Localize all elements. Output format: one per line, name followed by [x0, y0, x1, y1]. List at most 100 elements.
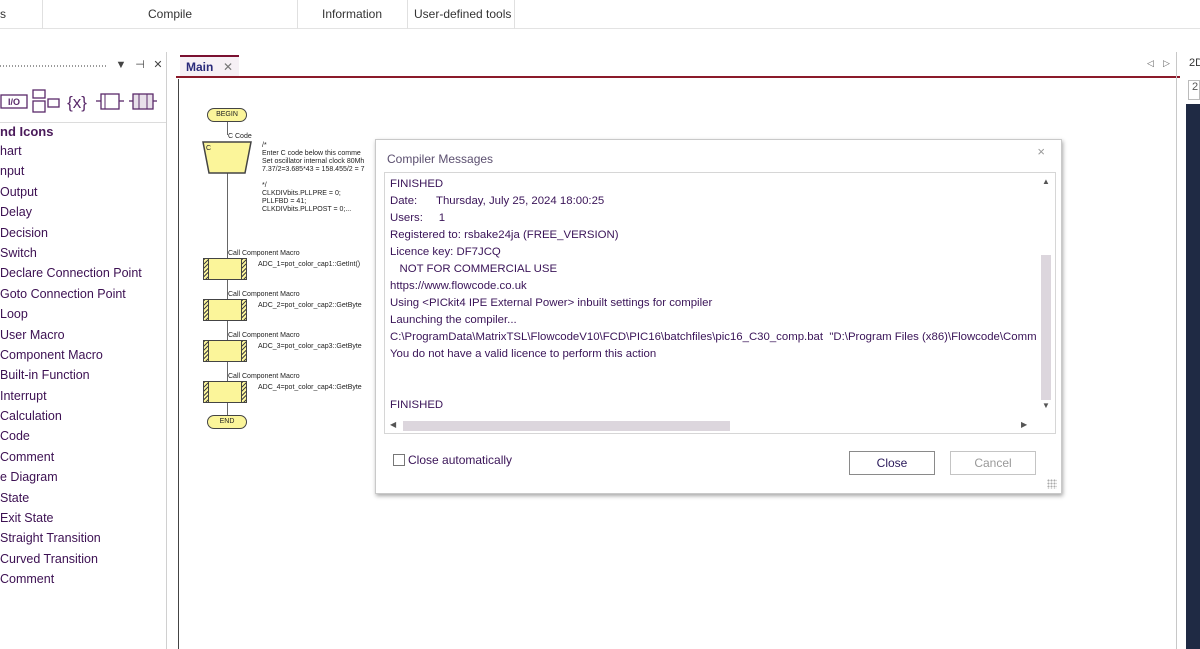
menu-tab-partial[interactable]: s — [0, 0, 6, 29]
pin-icon[interactable]: ⊣ — [133, 57, 147, 73]
svg-text:I/O: I/O — [8, 97, 20, 107]
menu-divider — [42, 0, 43, 29]
io-icon[interactable]: I/O — [0, 88, 29, 114]
component-macro-block[interactable] — [203, 381, 247, 403]
right-panel-box[interactable]: 2 — [1188, 80, 1200, 100]
svg-text:{x}: {x} — [67, 93, 87, 112]
log-line: https://www.flowcode.co.uk — [390, 280, 527, 292]
menu-tab-user-defined-tools[interactable]: User-defined tools — [414, 0, 511, 29]
icon-item[interactable]: Built-in Function — [0, 365, 166, 385]
menu-divider — [297, 0, 298, 29]
component-icon[interactable] — [31, 88, 61, 114]
icon-item[interactable]: Goto Connection Point — [0, 284, 166, 304]
end-terminal[interactable]: END — [207, 415, 247, 429]
chip-icon[interactable] — [128, 88, 158, 114]
scrollbar-thumb[interactable] — [403, 421, 730, 431]
right-panel-view — [1186, 104, 1200, 649]
checkbox-box[interactable] — [393, 454, 405, 466]
right-panel-label[interactable]: 2D — [1189, 57, 1200, 69]
tab-main[interactable]: Main ✕ — [180, 55, 239, 77]
icon-item[interactable]: User Macro — [0, 325, 166, 345]
icon-category-title[interactable]: nd Icons — [0, 122, 166, 140]
log-line: C:\ProgramData\MatrixTSL\FlowcodeV10\FCD… — [390, 331, 1037, 343]
icon-item[interactable]: Straight Transition — [0, 528, 166, 548]
macro-stripe — [204, 300, 209, 320]
menu-bar: s Compile Information User-defined tools — [0, 0, 1200, 29]
log-line: Using <PICkit4 IPE External Power> inbui… — [390, 297, 713, 309]
icon-item[interactable]: Exit State — [0, 508, 166, 528]
macro-label: Call Component Macro — [228, 373, 300, 380]
icon-item[interactable]: hart — [0, 141, 166, 161]
icon-item[interactable]: Comment — [0, 569, 166, 589]
tab-scroll-left-icon[interactable]: ◁ — [1147, 58, 1154, 69]
dialog-title: Compiler Messages — [387, 152, 494, 166]
log-line: Date: Thursday, July 25, 2024 18:00:25 — [390, 195, 605, 207]
scroll-right-icon[interactable]: ▶ — [1021, 420, 1027, 429]
log-line: Users: 1 — [390, 212, 446, 224]
begin-terminal[interactable]: BEGIN — [207, 108, 247, 122]
code-icon-label: C Code — [228, 133, 252, 140]
log-line — [390, 363, 1040, 380]
icon-item[interactable]: State — [0, 488, 166, 508]
icon-item[interactable]: Output — [0, 182, 166, 202]
code-line: CLKDIVbits.PLLPRE = 0; — [262, 190, 341, 197]
checkbox-label: Close automatically — [408, 453, 513, 467]
close-automatically-checkbox[interactable]: Close automatically — [393, 453, 512, 467]
macro-label: Call Component Macro — [228, 250, 300, 257]
icon-item[interactable]: Loop — [0, 304, 166, 324]
c-code-block[interactable]: C — [202, 141, 252, 174]
code-line: PLLFBD = 41; — [262, 198, 307, 205]
code-line: CLKDIVbits.PLLPOST = 0;... — [262, 206, 352, 213]
vertical-scrollbar[interactable]: ▲ ▼ — [1037, 173, 1055, 418]
close-button[interactable]: Close — [849, 451, 935, 475]
icon-item[interactable]: Delay — [0, 202, 166, 222]
tab-scroll-right-icon[interactable]: ▷ — [1163, 58, 1170, 69]
icon-item[interactable]: Component Macro — [0, 345, 166, 365]
icon-item[interactable]: e Diagram — [0, 467, 166, 487]
menu-tab-information[interactable]: Information — [322, 0, 382, 29]
variables-icon[interactable]: {x} — [63, 88, 91, 114]
icon-item[interactable]: Code — [0, 426, 166, 446]
dropdown-icon[interactable]: ▼ — [114, 57, 128, 73]
component-macro-block[interactable] — [203, 258, 247, 280]
cancel-button[interactable]: Cancel — [950, 451, 1036, 475]
ports-icon[interactable] — [95, 88, 125, 114]
editor-tab-strip — [176, 52, 1180, 78]
macro-stripe — [241, 300, 246, 320]
macro-text: ADC_3=pot_color_cap3::GetByte — [258, 343, 362, 350]
component-macro-block[interactable] — [203, 340, 247, 362]
icon-item[interactable]: Calculation — [0, 406, 166, 426]
icon-item[interactable]: Switch — [0, 243, 166, 263]
scroll-left-icon[interactable]: ◀ — [390, 420, 396, 429]
icon-item[interactable]: Curved Transition — [0, 549, 166, 569]
resize-grip-icon[interactable] — [1047, 479, 1057, 489]
icon-item[interactable]: Declare Connection Point — [0, 263, 166, 283]
icon-item[interactable]: Comment — [0, 447, 166, 467]
menu-tab-compile[interactable]: Compile — [148, 0, 192, 29]
tab-underline — [176, 76, 1180, 78]
message-log[interactable]: FINISHED Date: Thursday, July 25, 2024 1… — [384, 172, 1056, 434]
macro-text: ADC_1=pot_color_cap1::GetInt() — [258, 261, 361, 268]
horizontal-scrollbar[interactable]: ◀ ▶ — [385, 416, 1039, 433]
canvas-border — [178, 79, 179, 649]
code-line: 7.37/2=3.685*43 = 158.455/2 = 7 — [262, 166, 365, 173]
macro-label: Call Component Macro — [228, 332, 300, 339]
panel-grip[interactable] — [0, 65, 108, 67]
icon-item[interactable]: Decision — [0, 223, 166, 243]
code-line: */ — [262, 182, 267, 189]
flow-line — [227, 173, 228, 258]
close-icon[interactable]: ✕ — [223, 57, 233, 77]
code-line: Set oscillator internal clock 80Mh — [262, 158, 365, 165]
close-icon[interactable]: × — [1037, 144, 1045, 159]
component-macro-block[interactable] — [203, 299, 247, 321]
icon-item[interactable]: nput — [0, 161, 166, 181]
icon-item[interactable]: Interrupt — [0, 386, 166, 406]
scroll-up-icon[interactable]: ▲ — [1042, 177, 1050, 186]
scroll-down-icon[interactable]: ▼ — [1042, 401, 1050, 410]
log-line: FINISHED — [390, 399, 444, 411]
macro-text: ADC_4=pot_color_cap4::GetByte — [258, 384, 362, 391]
panel-header[interactable]: ▼ ⊣ ✕ — [0, 52, 167, 79]
macro-text: ADC_2=pot_color_cap2::GetByte — [258, 302, 362, 309]
scrollbar-thumb[interactable] — [1041, 255, 1051, 400]
close-panel-icon[interactable]: ✕ — [151, 57, 165, 73]
